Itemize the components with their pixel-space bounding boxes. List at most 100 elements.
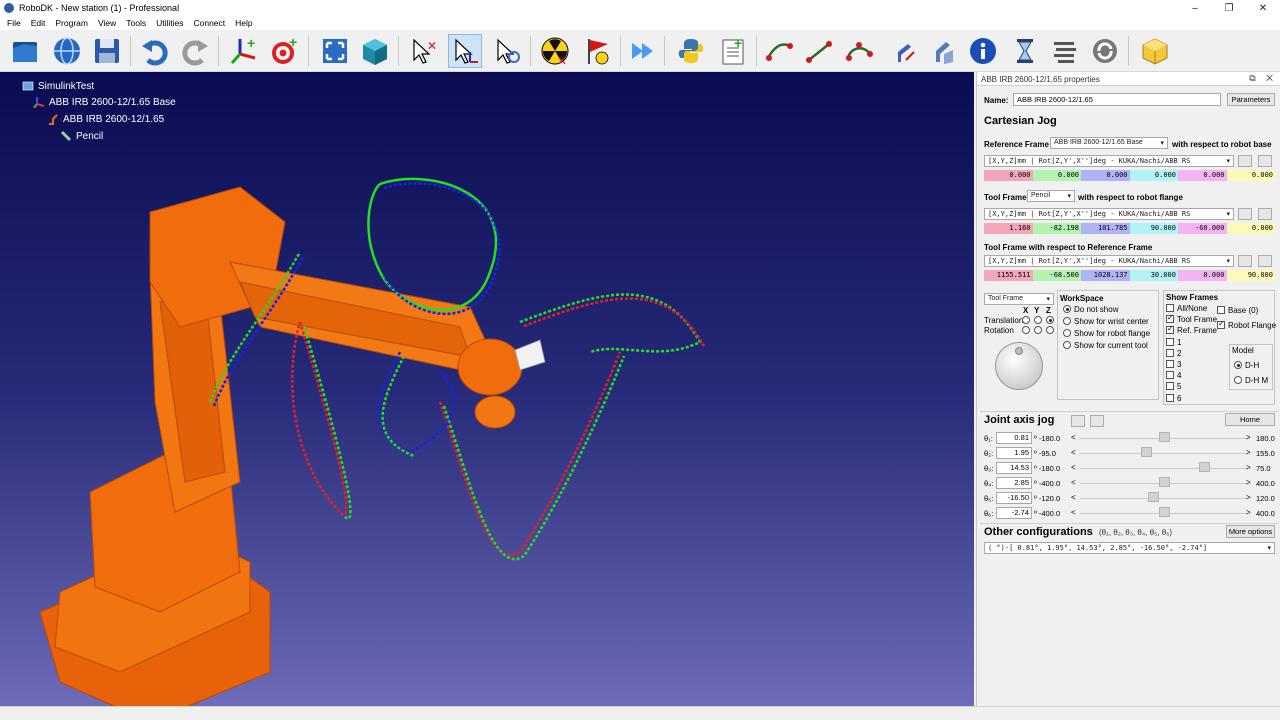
joint-slider-thumb[interactable] — [1158, 507, 1170, 517]
fit-all-icon[interactable] — [318, 34, 352, 68]
joint-increment[interactable]: > — [1246, 493, 1251, 502]
rotate-z-radio[interactable] — [1046, 326, 1054, 334]
joint-decrement[interactable]: < — [1071, 448, 1076, 457]
base-frame-checkbox[interactable] — [1217, 306, 1225, 314]
open-icon[interactable] — [8, 34, 42, 68]
menu-utilities[interactable]: Utilities — [151, 18, 188, 28]
more-options-button[interactable]: More options — [1226, 525, 1275, 538]
move-tool-icon[interactable] — [490, 34, 524, 68]
robot-machining-icon[interactable] — [884, 34, 918, 68]
workspace-radio-tool[interactable] — [1063, 341, 1071, 349]
add-program-icon[interactable]: + — [716, 34, 750, 68]
ref-format-select[interactable]: [X,Y,Z]mm | Rot[Z,Y',X'']deg - KUKA/Nach… — [984, 155, 1234, 167]
globe-icon[interactable] — [50, 34, 84, 68]
all-none-checkbox[interactable] — [1166, 304, 1174, 312]
tool-ref-format-select[interactable]: [X,Y,Z]mm | Rot[Z,Y',X'']deg - KUKA/Nach… — [984, 255, 1234, 267]
robot-flange-checkbox[interactable] — [1217, 319, 1225, 329]
workspace-radio-flange[interactable] — [1063, 329, 1071, 337]
collision-icon[interactable]: ✕ — [538, 34, 572, 68]
package-icon[interactable] — [1138, 34, 1172, 68]
save-icon[interactable] — [90, 34, 124, 68]
joint-slider-track[interactable] — [1080, 498, 1248, 499]
tool-format-select[interactable]: [X,Y,Z]mm | Rot[Z,Y',X'']deg - KUKA/Nach… — [984, 208, 1234, 220]
tool-ref-pose-values[interactable]: 1155.511 -68.500 1028.137 30.000 0.000 90.000 — [984, 270, 1275, 281]
select-icon[interactable]: ✕ — [406, 34, 440, 68]
panel-controls[interactable]: ⧉ ✕ — [1249, 73, 1277, 84]
copy-icon[interactable] — [1238, 255, 1252, 267]
info-icon[interactable] — [966, 34, 1000, 68]
joint-decrement[interactable]: < — [1071, 433, 1076, 442]
name-field[interactable]: ABB IRB 2600-12/1.65 — [1013, 93, 1221, 106]
paste-joints-icon[interactable] — [1090, 415, 1104, 427]
add-reference-frame-icon[interactable]: + — [226, 34, 260, 68]
joint-decrement[interactable]: < — [1071, 493, 1076, 502]
joint-slider-thumb[interactable] — [1141, 447, 1153, 457]
move-joint-icon[interactable] — [762, 34, 796, 68]
copy-icon[interactable] — [1238, 155, 1252, 167]
tool-frame-checkbox[interactable] — [1166, 313, 1174, 323]
joint-value-field[interactable]: 0.81 — [996, 432, 1032, 444]
menu-program[interactable]: Program — [50, 18, 93, 28]
menu-tools[interactable]: Tools — [121, 18, 151, 28]
copy-joints-icon[interactable] — [1071, 415, 1085, 427]
menu-connect[interactable]: Connect — [188, 18, 230, 28]
model-dhm-radio[interactable] — [1234, 376, 1242, 384]
tree-item-tool[interactable]: Pencil — [60, 130, 103, 142]
frame-5-checkbox[interactable] — [1166, 382, 1174, 390]
translate-z-radio[interactable] — [1046, 316, 1054, 324]
frame-3-checkbox[interactable] — [1166, 360, 1174, 368]
reference-frame-select[interactable]: ABB IRB 2600-12/1.65 Base ▾ — [1050, 137, 1168, 149]
move-reference-icon[interactable] — [448, 34, 482, 68]
workspace-radio-wrist[interactable] — [1063, 317, 1071, 325]
move-linear-icon[interactable] — [802, 34, 836, 68]
paste-icon[interactable] — [1258, 208, 1272, 220]
joint-increment[interactable]: > — [1246, 478, 1251, 487]
maximize-button[interactable]: ❐ — [1212, 0, 1246, 16]
copy-icon[interactable] — [1238, 208, 1252, 220]
redo-icon[interactable] — [178, 34, 212, 68]
hourglass-icon[interactable] — [1008, 34, 1042, 68]
joint-slider-thumb[interactable] — [1158, 477, 1170, 487]
settings-icon[interactable] — [1048, 34, 1082, 68]
joint-slider-thumb[interactable] — [1147, 492, 1159, 502]
tree-item-robot[interactable]: ABB IRB 2600-12/1.65 — [47, 113, 164, 125]
joint-increment[interactable]: > — [1246, 448, 1251, 457]
menu-help[interactable]: Help — [230, 18, 257, 28]
isometric-view-icon[interactable] — [358, 34, 392, 68]
python-icon[interactable] — [674, 34, 708, 68]
joint-slider-track[interactable] — [1080, 453, 1248, 454]
ref-pose-values[interactable]: 0.000 0.000 0.000 0.000 0.000 0.000 — [984, 170, 1275, 181]
parameters-button[interactable]: Parameters — [1227, 93, 1275, 106]
frame-4-checkbox[interactable] — [1166, 371, 1174, 379]
robot-tool-icon[interactable] — [924, 34, 958, 68]
tree-item-station[interactable]: SimulinkTest — [22, 80, 94, 92]
tool-pose-values[interactable]: 1.160 -82.198 101.785 90.000 -60.000 0.000 — [984, 223, 1275, 234]
paste-icon[interactable] — [1258, 155, 1272, 167]
joint-value-field[interactable]: -2.74 — [996, 507, 1032, 519]
tree-item-robot-base[interactable]: ABB IRB 2600-12/1.65 Base — [33, 96, 176, 109]
joint-decrement[interactable]: < — [1071, 508, 1076, 517]
loop-icon[interactable] — [1088, 34, 1122, 68]
tool-frame-select[interactable]: Pencil ▾ — [1027, 190, 1075, 202]
3d-viewport[interactable]: SimulinkTest ABB IRB 2600-12/1.65 Base A… — [0, 72, 974, 706]
joint-slider-thumb[interactable] — [1199, 462, 1211, 472]
minimize-button[interactable]: – — [1178, 0, 1212, 16]
undo-icon[interactable] — [138, 34, 172, 68]
jog-dial[interactable] — [995, 342, 1043, 390]
menu-edit[interactable]: Edit — [26, 18, 51, 28]
add-target-icon[interactable]: + — [268, 34, 302, 68]
translate-y-radio[interactable] — [1034, 316, 1042, 324]
rotate-x-radio[interactable] — [1022, 326, 1030, 334]
workspace-radio-none[interactable] — [1063, 305, 1071, 313]
joint-decrement[interactable]: < — [1071, 478, 1076, 487]
joint-increment[interactable]: > — [1246, 508, 1251, 517]
configuration-select[interactable]: ( °)-[ 0.81°, 1.95°, 14.53°, 2.85°, -16.… — [984, 542, 1275, 554]
frame-6-checkbox[interactable] — [1166, 394, 1174, 402]
joint-value-field[interactable]: 14.53 — [996, 462, 1032, 474]
frame-1-checkbox[interactable] — [1166, 338, 1174, 346]
joint-value-field[interactable]: 2.85 — [996, 477, 1032, 489]
paste-icon[interactable] — [1258, 255, 1272, 267]
joint-slider-thumb[interactable] — [1158, 432, 1170, 442]
model-dh-radio[interactable] — [1234, 361, 1242, 369]
joint-decrement[interactable]: < — [1071, 463, 1076, 472]
